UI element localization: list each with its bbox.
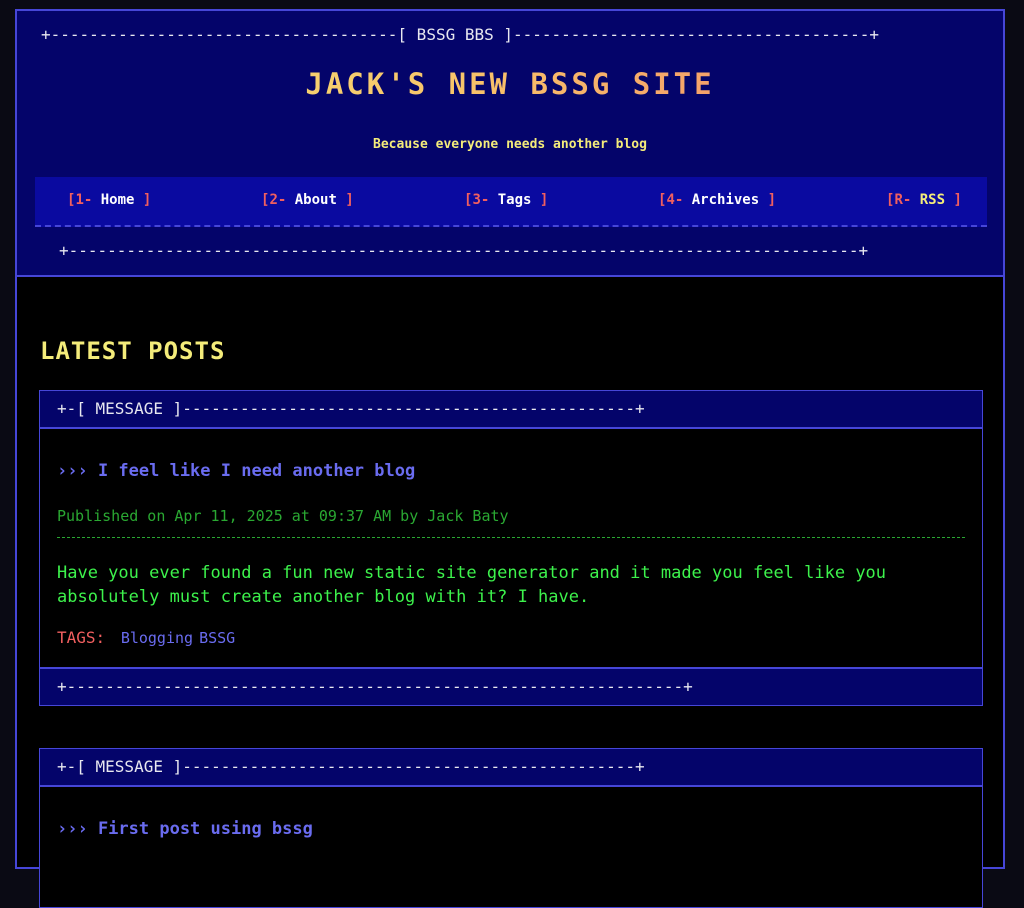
page-frame: +------------------------------------[ B… <box>15 9 1005 908</box>
tags-label: TAGS: <box>57 628 106 647</box>
post-tags: TAGS: Blogging BSSG <box>57 628 235 647</box>
post-card-footer: +---------------------------------------… <box>40 667 982 705</box>
nav-item-label: Tags <box>497 192 532 208</box>
post-card-header: +-[ MESSAGE ]---------------------------… <box>40 391 982 429</box>
meta-divider <box>57 537 965 538</box>
post-meta: Published on Apr 11, 2025 at 09:37 AM by… <box>57 507 509 525</box>
nav-item-archives[interactable]: [4- Archives ] <box>658 192 776 208</box>
tag-link-bssg[interactable]: BSSG <box>199 629 235 647</box>
nav-item-tags[interactable]: [3- Tags ] <box>464 192 548 208</box>
section-title: LATEST POSTS <box>40 337 226 365</box>
post-card: +-[ MESSAGE ]---------------------------… <box>39 748 983 908</box>
message-header-rule: +-[ MESSAGE ]---------------------------… <box>57 399 645 418</box>
post-title-link[interactable]: ››› I feel like I need another blog <box>57 461 415 481</box>
nav-item-label: RSS <box>919 192 946 208</box>
nav-item-about[interactable]: [2- About ] <box>261 192 354 208</box>
nav-item-home[interactable]: [1- Home ] <box>67 192 151 208</box>
post-card-header: +-[ MESSAGE ]---------------------------… <box>40 749 982 787</box>
post-title-link[interactable]: ››› First post using bssg <box>57 819 313 839</box>
header-top-rule: +------------------------------------[ B… <box>41 25 880 44</box>
main-nav: [1- Home ] [2- About ] [3- Tags ] [4- Ar… <box>35 177 987 227</box>
message-header-rule: +-[ MESSAGE ]---------------------------… <box>57 757 645 776</box>
site-title[interactable]: JACK'S NEW BSSG SITE <box>17 67 1003 101</box>
post-excerpt: Have you ever found a fun new static sit… <box>57 563 887 607</box>
site-tagline: Because everyone needs another blog <box>373 137 647 152</box>
nav-item-label: Home <box>100 192 135 208</box>
nav-item-label: Archives <box>691 192 760 208</box>
message-footer-rule: +---------------------------------------… <box>57 677 693 696</box>
nav-item-label: About <box>294 192 337 208</box>
site-header: +------------------------------------[ B… <box>17 11 1003 277</box>
tag-link-blogging[interactable]: Blogging <box>121 629 193 647</box>
nav-item-rss[interactable]: [R- RSS ] <box>886 192 962 208</box>
header-bottom-rule: +---------------------------------------… <box>59 241 869 260</box>
post-card: +-[ MESSAGE ]---------------------------… <box>39 390 983 706</box>
